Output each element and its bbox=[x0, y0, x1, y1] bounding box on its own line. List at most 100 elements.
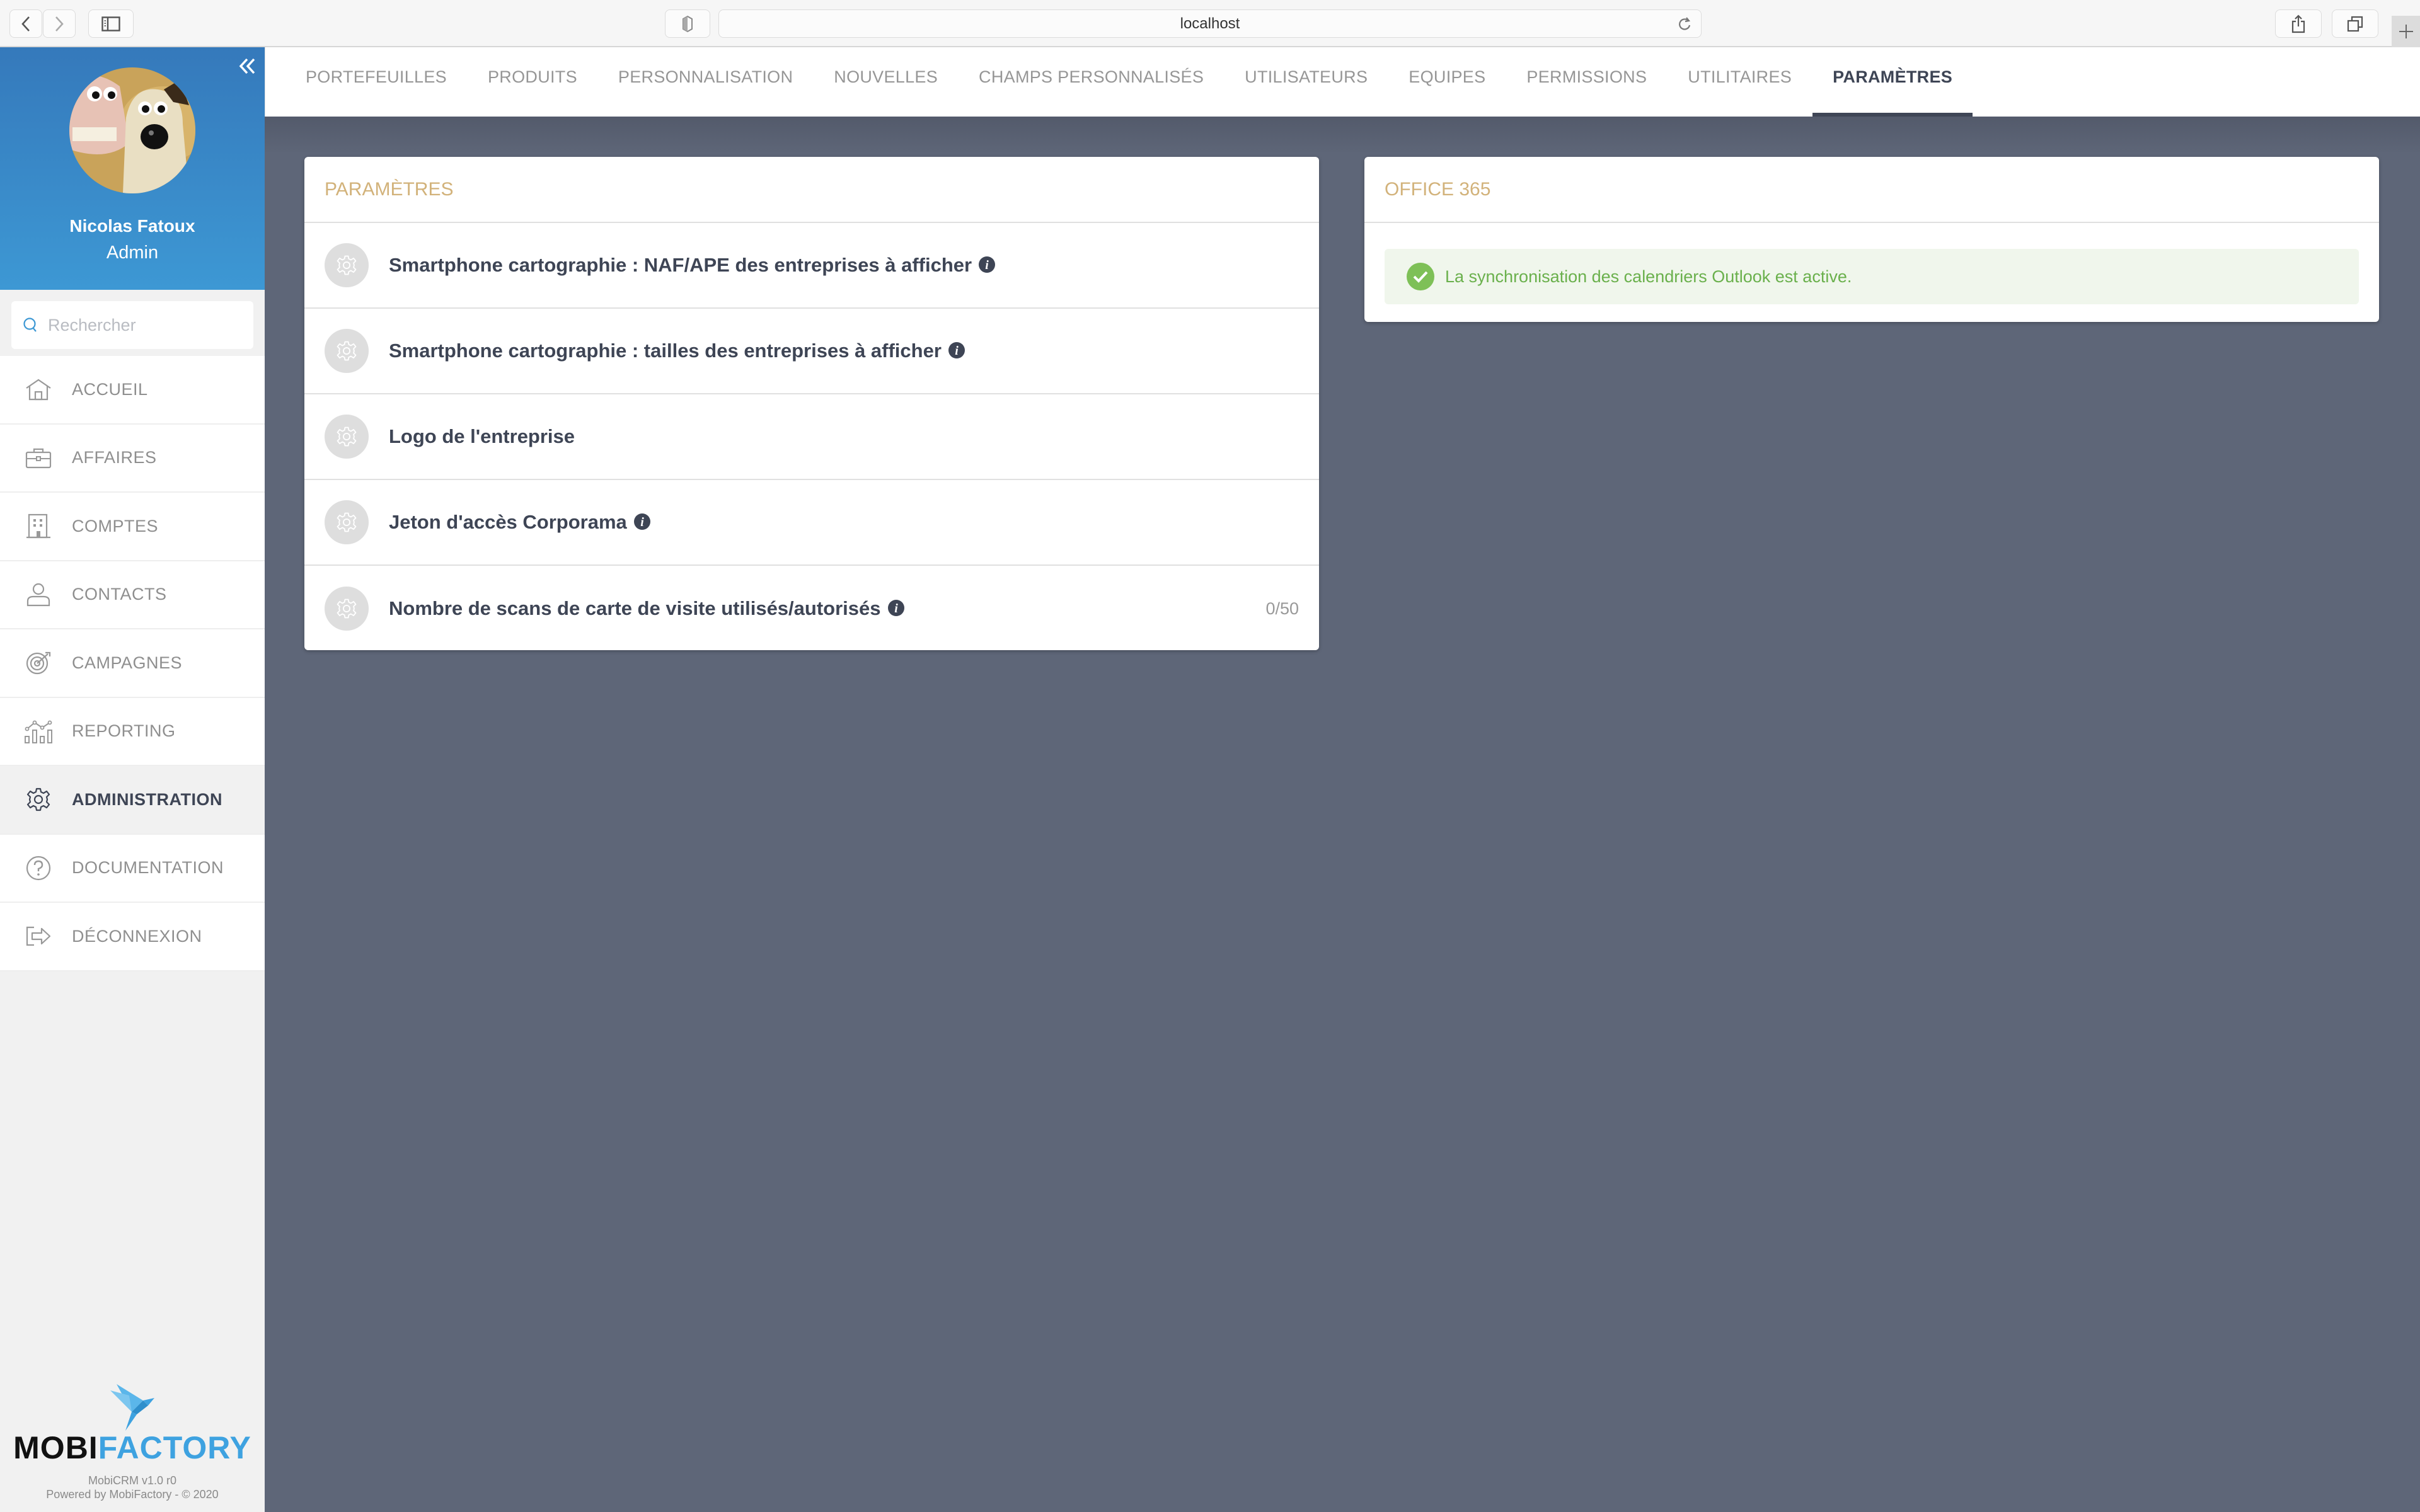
param-label: Smartphone cartographie : NAF/APE des en… bbox=[389, 254, 996, 277]
param-label: Jeton d'accès Corporama i bbox=[389, 511, 651, 534]
profile-header: Nicolas Fatoux Admin bbox=[0, 47, 265, 290]
avatar-image bbox=[69, 67, 195, 193]
address-bar[interactable]: localhost bbox=[718, 9, 1702, 38]
avatar[interactable] bbox=[69, 67, 195, 193]
sidebar-item-label: DÉCONNEXION bbox=[72, 926, 202, 946]
sidebar: Nicolas Fatoux Admin ACCUEIL AFFAIRES CO… bbox=[0, 47, 265, 1512]
gear-icon bbox=[325, 243, 369, 287]
tab-parametres[interactable]: PARAMÈTRES bbox=[1812, 47, 1973, 117]
gear-icon bbox=[325, 500, 369, 544]
help-icon bbox=[24, 854, 53, 883]
url-text: localhost bbox=[1180, 14, 1240, 32]
tab-produits[interactable]: PRODUITS bbox=[488, 47, 577, 117]
sidebar-item-label: AFFAIRES bbox=[72, 448, 157, 467]
tab-champs-personnalises[interactable]: CHAMPS PERSONNALISÉS bbox=[979, 47, 1204, 117]
home-icon bbox=[24, 375, 53, 404]
shield-icon bbox=[683, 15, 693, 32]
card-title: PARAMÈTRES bbox=[304, 157, 1319, 223]
chevron-right-icon bbox=[55, 16, 64, 32]
logout-icon bbox=[24, 922, 53, 951]
tab-portefeuilles[interactable]: PORTEFEUILLES bbox=[306, 47, 447, 117]
sidebar-item-affaires[interactable]: AFFAIRES bbox=[0, 424, 265, 493]
sidebar-item-documentation[interactable]: DOCUMENTATION bbox=[0, 834, 265, 903]
sidebar-item-label: DOCUMENTATION bbox=[72, 858, 224, 878]
sidebar-item-label: CAMPAGNES bbox=[72, 653, 183, 672]
sidebar-item-accueil[interactable]: ACCUEIL bbox=[0, 356, 265, 425]
app-version: MobiCRM v1.0 r0 Powered by MobiFactory -… bbox=[0, 1474, 265, 1501]
info-icon[interactable]: i bbox=[887, 599, 905, 617]
profile-name: Nicolas Fatoux bbox=[69, 216, 195, 236]
gear-icon bbox=[24, 785, 53, 814]
user-icon bbox=[24, 580, 53, 609]
info-icon[interactable]: i bbox=[633, 513, 651, 530]
sidebar-item-label: COMPTES bbox=[72, 516, 159, 536]
sidebar-item-contacts[interactable]: CONTACTS bbox=[0, 561, 265, 629]
param-label-text: Smartphone cartographie : tailles des en… bbox=[389, 340, 942, 362]
main-content: PARAMÈTRES Smartphone cartographie : NAF… bbox=[265, 117, 2420, 1512]
info-icon[interactable]: i bbox=[948, 341, 965, 359]
tabs-overview-button[interactable] bbox=[2332, 9, 2378, 38]
tab-equipes[interactable]: EQUIPES bbox=[1409, 47, 1485, 117]
privacy-shield-button[interactable] bbox=[665, 9, 710, 38]
sidebar-item-label: CONTACTS bbox=[72, 585, 167, 604]
tab-nouvelles[interactable]: NOUVELLES bbox=[834, 47, 938, 117]
briefcase-icon bbox=[24, 444, 53, 472]
reload-icon[interactable] bbox=[1677, 16, 1692, 37]
tab-utilitaires[interactable]: UTILITAIRES bbox=[1688, 47, 1792, 117]
scan-count-value: 0/50 bbox=[1265, 598, 1299, 618]
tab-permissions[interactable]: PERMISSIONS bbox=[1526, 47, 1647, 117]
back-button[interactable] bbox=[9, 9, 42, 38]
admin-tabs-bar: PORTEFEUILLES PRODUITS PERSONNALISATION … bbox=[265, 47, 2420, 117]
tabs: PORTEFEUILLES PRODUITS PERSONNALISATION … bbox=[265, 47, 2420, 117]
tab-utilisateurs[interactable]: UTILISATEURS bbox=[1245, 47, 1368, 117]
target-icon bbox=[24, 648, 53, 677]
gear-icon bbox=[325, 587, 369, 631]
brand-word-dark: MOBI bbox=[13, 1430, 98, 1465]
tabs-icon bbox=[2347, 16, 2363, 32]
share-icon bbox=[2291, 14, 2305, 33]
param-label-text: Jeton d'accès Corporama bbox=[389, 511, 627, 533]
bird-logo-icon bbox=[110, 1384, 154, 1431]
svg-text:i: i bbox=[640, 515, 644, 529]
brand-footer: MOBIFACTORY MobiCRM v1.0 r0 Powered by M… bbox=[0, 1383, 265, 1501]
sidebar-item-label: ADMINISTRATION bbox=[72, 789, 222, 809]
sync-status-text: La synchronisation des calendriers Outlo… bbox=[1445, 266, 1852, 286]
svg-text:i: i bbox=[894, 602, 898, 616]
sidebar-item-administration[interactable]: ADMINISTRATION bbox=[0, 766, 265, 835]
svg-text:i: i bbox=[985, 258, 989, 272]
brand-word-light: FACTORY bbox=[98, 1430, 251, 1465]
brand-wordmark: MOBIFACTORY bbox=[0, 1429, 265, 1466]
sidebar-item-reporting[interactable]: REPORTING bbox=[0, 697, 265, 766]
check-circle-icon bbox=[1407, 263, 1434, 290]
sidebar-item-campagnes[interactable]: CAMPAGNES bbox=[0, 629, 265, 698]
collapse-sidebar-button[interactable] bbox=[236, 55, 258, 77]
share-button[interactable] bbox=[2275, 9, 2322, 38]
sidebar-item-comptes[interactable]: COMPTES bbox=[0, 493, 265, 561]
param-row[interactable]: Smartphone cartographie : tailles des en… bbox=[304, 309, 1319, 394]
sidebar-item-label: REPORTING bbox=[72, 721, 176, 741]
param-label-text: Smartphone cartographie : NAF/APE des en… bbox=[389, 254, 972, 276]
param-row[interactable]: Nombre de scans de carte de visite utili… bbox=[304, 566, 1319, 651]
chart-icon bbox=[24, 717, 53, 746]
sidebar-nav: ACCUEIL AFFAIRES COMPTES CONTACTS CAMPAG… bbox=[0, 356, 265, 971]
sidebar-item-label: ACCUEIL bbox=[72, 379, 148, 399]
search-icon bbox=[23, 318, 37, 332]
tab-personnalisation[interactable]: PERSONNALISATION bbox=[618, 47, 793, 117]
sidebar-toggle-button[interactable] bbox=[88, 9, 134, 38]
office365-card: OFFICE 365 La synchronisation des calend… bbox=[1364, 157, 2379, 322]
param-label-text: Logo de l'entreprise bbox=[389, 425, 575, 447]
forward-button[interactable] bbox=[43, 9, 76, 38]
param-row[interactable]: Logo de l'entreprise bbox=[304, 394, 1319, 480]
sidebar-item-deconnexion[interactable]: DÉCONNEXION bbox=[0, 903, 265, 971]
building-icon bbox=[24, 512, 53, 541]
double-chevron-left-icon bbox=[239, 58, 255, 74]
param-label-text: Nombre de scans de carte de visite utili… bbox=[389, 597, 881, 619]
search-input[interactable] bbox=[48, 315, 237, 335]
param-label: Logo de l'entreprise bbox=[389, 425, 575, 448]
param-row[interactable]: Smartphone cartographie : NAF/APE des en… bbox=[304, 223, 1319, 309]
new-tab-button[interactable] bbox=[2392, 16, 2420, 47]
search-box bbox=[11, 301, 253, 349]
info-icon[interactable]: i bbox=[978, 256, 996, 273]
param-row[interactable]: Jeton d'accès Corporama i bbox=[304, 480, 1319, 566]
version-text: MobiCRM v1.0 r0 bbox=[88, 1474, 177, 1487]
